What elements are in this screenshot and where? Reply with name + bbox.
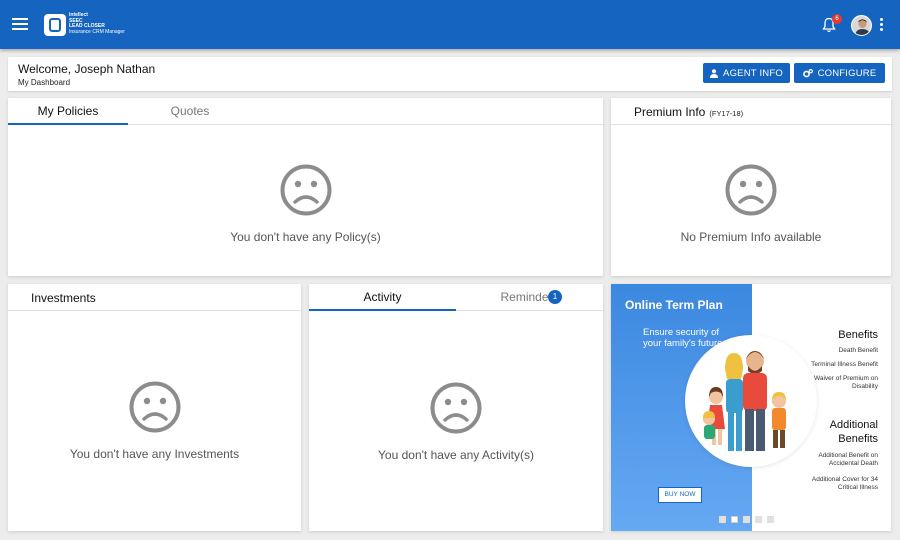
agent-info-label: AGENT INFO: [723, 67, 783, 79]
sad-face-icon: [129, 381, 180, 433]
premium-title: Premium Info (FY17-18): [634, 105, 744, 119]
carousel-dots: [719, 516, 774, 523]
policies-tabs: My Policies Quotes: [8, 98, 603, 125]
menu-icon[interactable]: [12, 18, 28, 31]
tab-quotes[interactable]: Quotes: [130, 98, 250, 125]
notification-badge: 6: [832, 14, 842, 24]
policies-empty-message: You don't have any Policy(s): [230, 230, 381, 244]
term-plan-banner: Online Term Plan Ensure security of your…: [611, 284, 891, 531]
buy-now-button[interactable]: BUY NOW: [658, 487, 702, 503]
premium-period: (FY17-18): [709, 109, 744, 118]
investments-card: Investments You don't have any Investmen…: [8, 284, 301, 531]
sad-face-icon: [430, 382, 482, 434]
additional-benefits-title: Additional Benefits: [829, 419, 878, 445]
tab-reminders[interactable]: Reminders: [456, 284, 603, 311]
activity-empty-state: You don't have any Activity(s): [309, 382, 603, 462]
premium-empty-state: No Premium Info available: [611, 164, 891, 244]
investments-empty-state: You don't have any Investments: [8, 381, 301, 461]
carousel-dot[interactable]: [743, 516, 750, 523]
avatar[interactable]: [851, 15, 872, 36]
benefit-item: Terminal Illness Benefit: [811, 361, 878, 368]
gears-icon: [802, 68, 813, 77]
banner-title: Online Term Plan: [625, 298, 723, 312]
activity-empty-message: You don't have any Activity(s): [378, 448, 534, 462]
person-icon: [710, 68, 719, 78]
tab-activity[interactable]: Activity: [309, 284, 456, 311]
logo-icon: [44, 14, 66, 36]
benefit-item: Death Benefit: [838, 347, 878, 354]
sad-face-icon: [280, 164, 331, 216]
additional-benefit-item: Additional Cover for 34 Critical Illness: [811, 476, 878, 491]
configure-button[interactable]: CONFIGURE: [794, 63, 885, 83]
configure-label: CONFIGURE: [817, 67, 877, 79]
logo-text: intellect SEEC LEAD CLOSER Insurance CRM…: [69, 12, 125, 35]
carousel-dot[interactable]: [719, 516, 726, 523]
investments-title: Investments: [31, 291, 96, 305]
policies-card: My Policies Quotes You don't have any Po…: [8, 98, 603, 276]
more-vert-icon[interactable]: [880, 18, 884, 32]
tab-my-policies[interactable]: My Policies: [8, 98, 128, 125]
family-illustration: [685, 335, 817, 467]
benefit-item: Waiver of Premium on Disability: [813, 375, 878, 390]
reminders-badge: 1: [548, 290, 562, 304]
premium-info-card: Premium Info (FY17-18) No Premium Info av…: [611, 98, 891, 276]
additional-benefit-item: Additional Benefit on Accidental Death: [818, 452, 878, 467]
investments-empty-message: You don't have any Investments: [69, 447, 240, 461]
sad-face-icon: [725, 164, 777, 216]
policies-empty-state: You don't have any Policy(s): [8, 164, 603, 244]
carousel-dot[interactable]: [731, 516, 738, 523]
premium-empty-message: No Premium Info available: [680, 230, 822, 244]
carousel-dot[interactable]: [755, 516, 762, 523]
dashboard-header: Welcome, Joseph Nathan My Dashboard AGEN…: [8, 57, 892, 91]
activity-card: Activity Reminders 1 You don't have any …: [309, 284, 603, 531]
top-app-bar: intellect SEEC LEAD CLOSER Insurance CRM…: [0, 0, 900, 49]
page-title: My Dashboard: [18, 78, 71, 87]
benefits-title: Benefits: [838, 329, 878, 341]
carousel-dot[interactable]: [767, 516, 774, 523]
agent-info-button[interactable]: AGENT INFO: [703, 63, 790, 83]
welcome-text: Welcome, Joseph Nathan: [18, 62, 156, 76]
